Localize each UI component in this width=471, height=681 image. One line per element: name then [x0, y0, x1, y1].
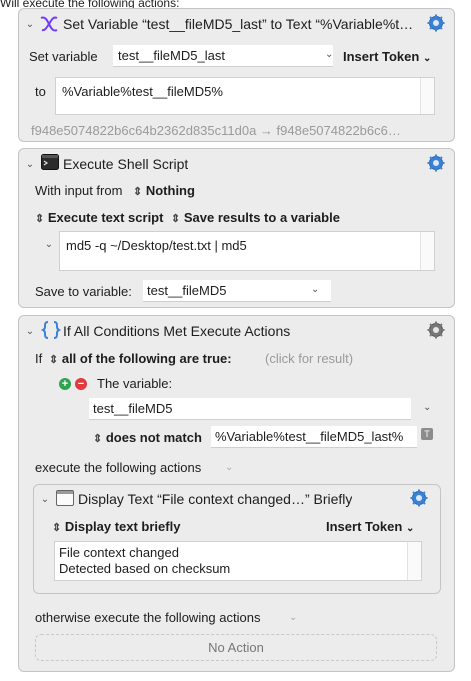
- insert-token-label: Insert Token: [326, 519, 403, 534]
- display-text-textarea[interactable]: File context changed Detected based on c…: [54, 541, 422, 581]
- updown-icon: ⇕: [35, 213, 45, 225]
- condition-variable-value: test__fileMD5: [93, 401, 173, 416]
- if-label: If: [35, 351, 43, 366]
- match-mode-value: does not match: [105, 430, 202, 445]
- textarea-scrollbar[interactable]: [420, 78, 434, 114]
- with-input-label: With input from: [35, 183, 123, 198]
- insert-token-label: Insert Token: [343, 49, 420, 64]
- no-action-dropzone[interactable]: No Action: [35, 634, 437, 661]
- match-mode-popup[interactable]: ⇕ does not match: [93, 430, 202, 445]
- updown-icon: ⇕: [93, 433, 103, 445]
- to-value-textarea[interactable]: %Variable%test__fileMD5%: [55, 77, 435, 115]
- script-textarea[interactable]: md5 -q ~/Desktop/test.txt | md5: [59, 231, 435, 271]
- action-title: If All Conditions Met Execute Actions: [63, 323, 291, 339]
- condition-variable-field[interactable]: test__fileMD5: [89, 398, 411, 420]
- textarea-scrollbar[interactable]: [420, 232, 434, 270]
- window-icon: [56, 490, 74, 506]
- save-mode-value: Save results to a variable: [183, 210, 340, 225]
- action-header[interactable]: ⌄ If All Conditions Met Execute Actions: [19, 316, 454, 346]
- save-to-label: Save to variable:: [35, 284, 132, 299]
- execute-actions-chevron-icon[interactable]: ⌄: [225, 462, 233, 473]
- otherwise-actions-label: otherwise execute the following actions: [35, 610, 261, 625]
- display-mode-popup[interactable]: ⇕ Display text briefly: [52, 519, 180, 534]
- display-text-line2: Detected based on checksum: [59, 561, 231, 576]
- action-title: Execute Shell Script: [63, 156, 189, 172]
- with-input-popup[interactable]: ⇕ Nothing: [133, 183, 195, 198]
- terminal-icon: [41, 154, 59, 170]
- execute-actions-label: execute the following actions: [35, 460, 202, 475]
- condition-scope-popup[interactable]: ⇕ all of the following are true:: [49, 351, 232, 366]
- execute-mode-value: Execute text script: [47, 210, 164, 225]
- action-header[interactable]: ⌄ Execute Shell Script: [19, 149, 454, 179]
- gear-icon[interactable]: [427, 321, 445, 339]
- no-action-label: No Action: [208, 640, 264, 655]
- collapse-chevron-icon[interactable]: ⌄: [24, 326, 36, 338]
- if-conditions-action[interactable]: ⌄ If All Conditions Met Execute Actions …: [18, 315, 455, 672]
- result-preview: f948e5074822b6c64b2362d835c11d0a → f948e…: [31, 123, 401, 138]
- save-to-value: test__fileMD5: [147, 283, 227, 298]
- condition-variable-chevron-icon[interactable]: ⌄: [423, 402, 431, 413]
- updown-icon: ⇕: [171, 213, 181, 225]
- save-to-dropdown-chevron-icon[interactable]: ⌄: [311, 284, 319, 295]
- action-header[interactable]: ⌄ Set Variable “test__fileMD5_last” to T…: [19, 9, 454, 39]
- chevron-down-icon: ⌄: [422, 53, 432, 64]
- script-collapse-chevron-icon[interactable]: ⌄: [43, 239, 55, 251]
- set-variable-action[interactable]: ⌄ Set Variable “test__fileMD5_last” to T…: [18, 8, 455, 142]
- script-text: md5 -q ~/Desktop/test.txt | md5: [66, 238, 247, 253]
- display-text-line1: File context changed: [59, 545, 179, 560]
- chevron-down-icon: ⌄: [405, 523, 415, 534]
- textarea-scrollbar[interactable]: [407, 542, 421, 580]
- insert-token-menu[interactable]: Insert Token ⌄: [326, 519, 414, 534]
- remove-condition-icon[interactable]: −: [75, 378, 87, 390]
- updown-icon: ⇕: [52, 522, 62, 534]
- click-for-result[interactable]: (click for result): [265, 351, 353, 366]
- with-input-value: Nothing: [145, 183, 195, 198]
- gear-icon[interactable]: [427, 154, 445, 172]
- collapse-chevron-icon[interactable]: ⌄: [24, 159, 36, 171]
- insert-token-menu[interactable]: Insert Token ⌄: [343, 49, 431, 64]
- condition-scope-value: all of the following are true:: [61, 351, 232, 366]
- variable-x-icon: [40, 16, 58, 32]
- braces-icon: [41, 321, 61, 339]
- to-label: to: [35, 84, 46, 99]
- match-value-field[interactable]: %Variable%test__fileMD5_last%: [211, 426, 417, 448]
- variable-name-value: test__fileMD5_last: [118, 48, 225, 63]
- collapse-chevron-icon[interactable]: ⌄: [39, 494, 51, 506]
- collapse-chevron-icon[interactable]: ⌄: [24, 19, 36, 31]
- otherwise-actions-chevron-icon[interactable]: ⌄: [289, 612, 297, 623]
- updown-icon: ⇕: [49, 354, 59, 366]
- save-to-field[interactable]: test__fileMD5: [143, 280, 331, 302]
- display-text-action[interactable]: ⌄ Display Text “File context changed…” B…: [33, 484, 441, 594]
- variable-name-field[interactable]: test__fileMD5_last: [113, 45, 333, 67]
- updown-icon: ⇕: [133, 186, 143, 198]
- action-title: Set Variable “test__fileMD5_last” to Tex…: [63, 16, 419, 32]
- gear-icon[interactable]: [410, 489, 428, 507]
- display-mode-value: Display text briefly: [64, 519, 181, 534]
- save-mode-popup[interactable]: ⇕ Save results to a variable: [171, 210, 340, 225]
- match-value-text: %Variable%test__fileMD5_last%: [215, 429, 404, 444]
- variable-dropdown-chevron-icon[interactable]: ⌄: [325, 49, 333, 60]
- execute-shell-script-action[interactable]: ⌄ Execute Shell Script With input from ⇕…: [18, 148, 455, 308]
- gear-icon[interactable]: [427, 14, 445, 32]
- token-t-icon[interactable]: T: [421, 428, 433, 440]
- set-variable-label: Set variable: [29, 49, 98, 64]
- add-condition-icon[interactable]: +: [59, 378, 71, 390]
- condition-label: The variable:: [97, 376, 173, 391]
- to-value-text: %Variable%test__fileMD5%: [62, 84, 223, 99]
- execute-mode-popup[interactable]: ⇕ Execute text script: [35, 210, 163, 225]
- inner-action-title: Display Text “File context changed…” Bri…: [78, 491, 353, 507]
